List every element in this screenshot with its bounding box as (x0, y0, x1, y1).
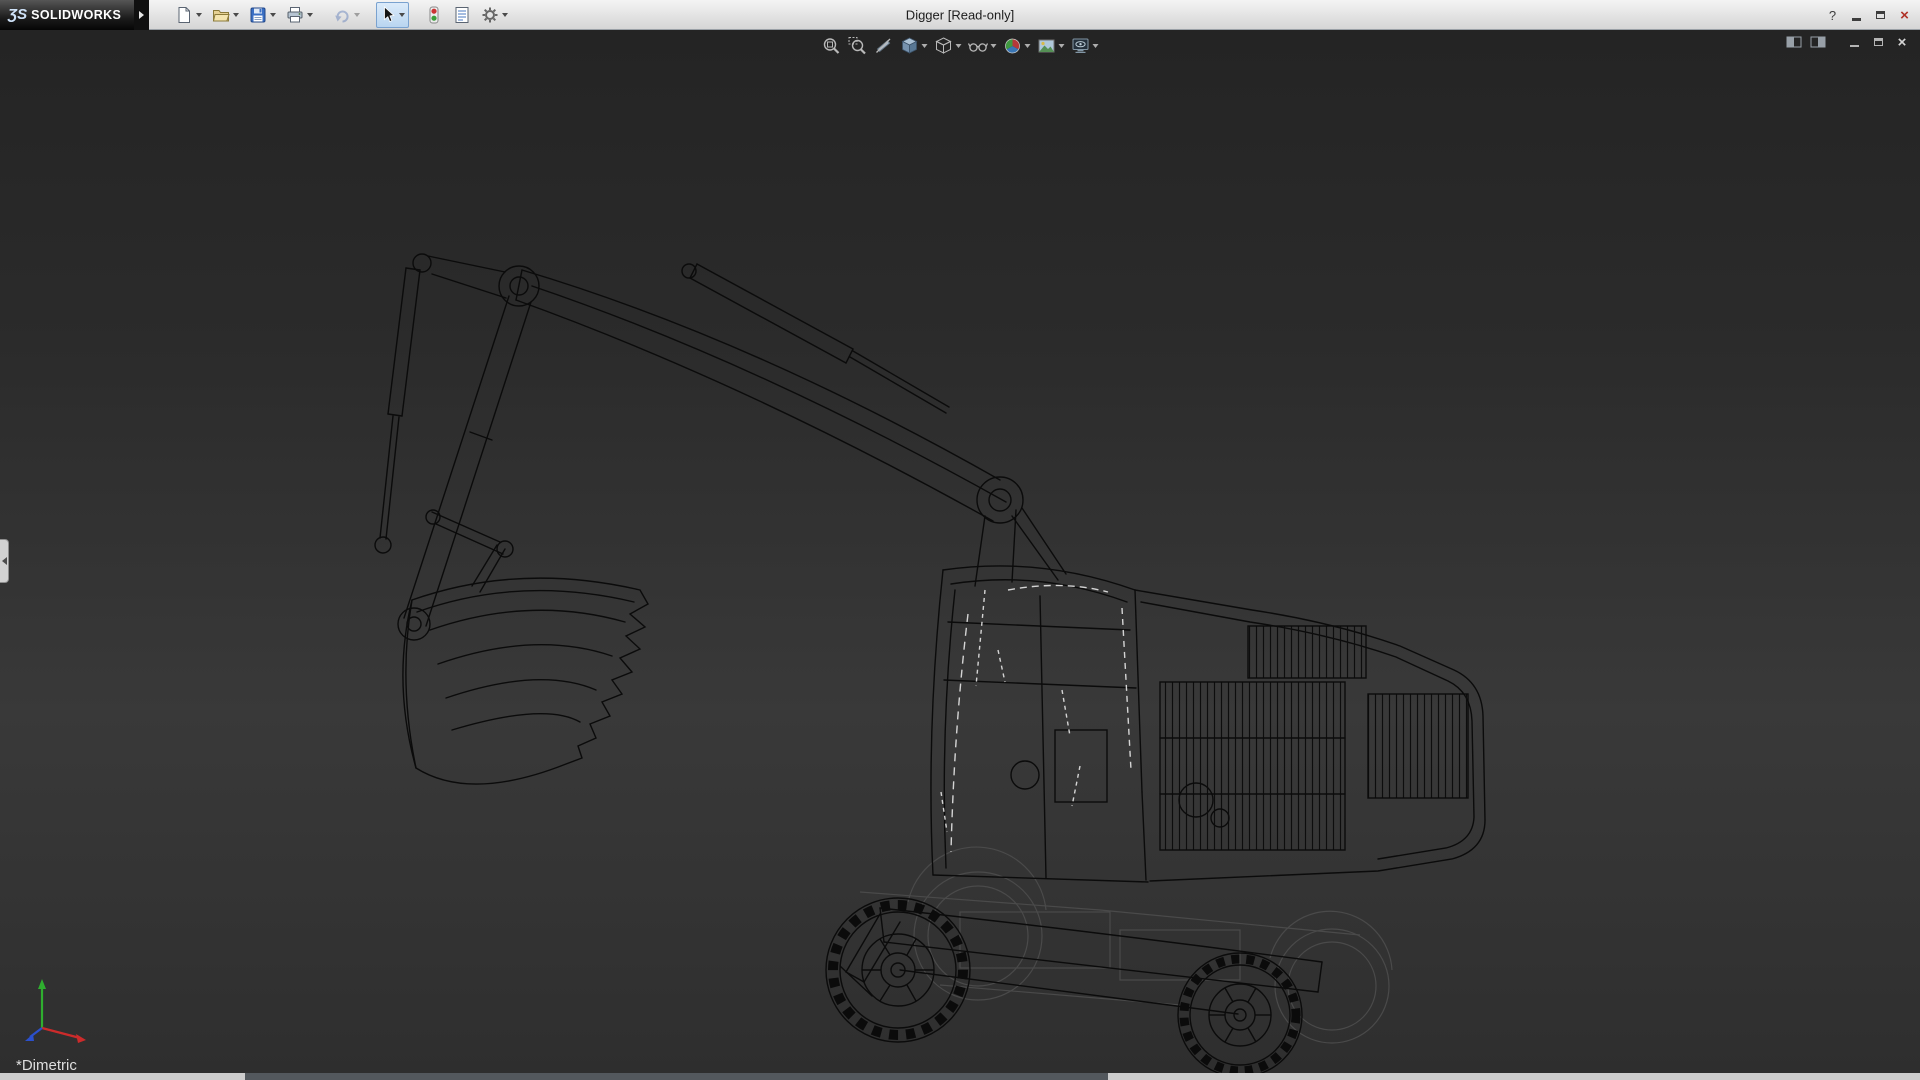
dropdown-caret (1093, 44, 1099, 48)
printer-icon (286, 6, 304, 24)
close-icon: × (1898, 34, 1907, 51)
display-style-wireframe-icon (934, 36, 954, 56)
help-icon: ? (1829, 8, 1836, 23)
pane-left-toggle-button[interactable] (1784, 33, 1804, 51)
title-bar: ƷS SOLIDWORKS (0, 0, 1920, 30)
horizontal-scrollbar-thumb[interactable] (245, 1073, 1108, 1080)
undo-button[interactable] (329, 2, 364, 28)
open-button[interactable] (208, 2, 243, 28)
view-orientation-label: *Dimetric (16, 1057, 77, 1074)
brand-name: SOLIDWORKS (31, 8, 121, 22)
print-button[interactable] (282, 2, 317, 28)
minimize-icon (1852, 18, 1861, 21)
save-floppy-icon (249, 6, 267, 24)
dropdown-caret (307, 13, 313, 17)
digger-cab (931, 566, 1148, 882)
dropdown-caret (922, 44, 928, 48)
dropdown-caret (354, 13, 360, 17)
undo-arrow-icon (333, 6, 351, 24)
view-settings-icon (1071, 36, 1091, 56)
file-properties-icon (453, 6, 471, 24)
dropdown-caret (270, 13, 276, 17)
section-view-icon (874, 36, 894, 56)
save-button[interactable] (245, 2, 280, 28)
minimize-button[interactable] (1846, 6, 1867, 25)
open-folder-icon (212, 6, 230, 24)
dassault-3ds-logo-icon: ƷS (8, 6, 27, 23)
restore-button[interactable] (1870, 6, 1891, 25)
left-arrow-icon (2, 557, 7, 565)
zoom-to-fit-icon (822, 36, 842, 56)
new-document-button[interactable] (171, 2, 206, 28)
appearance-sphere-icon (1003, 36, 1023, 56)
help-button[interactable]: ? (1822, 6, 1843, 25)
pane-left-icon (1785, 34, 1803, 50)
digger-body (1135, 590, 1485, 881)
digger-wireframe-model[interactable] (0, 30, 1920, 1080)
options-button[interactable] (477, 2, 512, 28)
apply-scene-button[interactable] (1035, 33, 1067, 59)
triad-x-axis (76, 1034, 86, 1043)
solidworks-menu-brand[interactable]: ƷS SOLIDWORKS (0, 0, 134, 30)
close-button[interactable]: × (1894, 6, 1915, 25)
right-arrow-icon (139, 11, 144, 19)
zoom-to-area-icon (848, 36, 868, 56)
eyeglasses-icon (968, 36, 989, 56)
menu-expand-button[interactable] (134, 0, 149, 30)
file-properties-button[interactable] (449, 2, 475, 28)
featuremanager-collapsed-tab[interactable] (0, 539, 9, 583)
window-title: Digger [Read-only] (906, 7, 1014, 22)
select-button[interactable] (376, 2, 409, 28)
dropdown-caret (399, 13, 405, 17)
pane-right-icon (1809, 34, 1827, 50)
dropdown-caret (233, 13, 239, 17)
dropdown-caret (196, 13, 202, 17)
headsup-view-toolbar (820, 33, 1101, 59)
digger-bucket (403, 578, 648, 784)
select-cursor-icon (380, 6, 396, 24)
document-window-controls: × (1784, 33, 1912, 51)
dropdown-caret (502, 13, 508, 17)
document-restore-button[interactable] (1868, 33, 1888, 51)
dropdown-caret (1025, 44, 1031, 48)
document-close-button[interactable]: × (1892, 33, 1912, 51)
close-icon: × (1900, 7, 1909, 24)
view-settings-button[interactable] (1069, 33, 1101, 59)
restore-icon (1876, 11, 1885, 19)
standard-toolbar (171, 2, 512, 28)
app-window-controls: ? × (1822, 0, 1915, 30)
options-gear-icon (481, 6, 499, 24)
minimize-icon (1850, 45, 1859, 48)
orientation-triad[interactable] (22, 974, 106, 1052)
restore-icon (1874, 38, 1883, 46)
dropdown-caret (1059, 44, 1065, 48)
new-document-icon (175, 6, 193, 24)
dropdown-caret (956, 44, 962, 48)
rebuild-button[interactable] (421, 2, 447, 28)
zoom-to-area-button[interactable] (846, 33, 870, 59)
scene-landscape-icon (1037, 36, 1057, 56)
view-orientation-cube-icon (900, 36, 920, 56)
section-view-button[interactable] (872, 33, 896, 59)
digger-wheels (826, 898, 1302, 1077)
hide-show-items-button[interactable] (966, 33, 999, 59)
solidworks-window: ƷS SOLIDWORKS (0, 0, 1920, 1080)
triad-z-axis (25, 1034, 34, 1041)
horizontal-scrollbar[interactable] (0, 1073, 1920, 1080)
display-style-button[interactable] (932, 33, 964, 59)
pane-right-toggle-button[interactable] (1808, 33, 1828, 51)
edit-appearance-button[interactable] (1001, 33, 1033, 59)
triad-y-axis (38, 979, 46, 989)
graphics-viewport[interactable]: × *Dimetric (0, 30, 1920, 1080)
document-minimize-button[interactable] (1844, 33, 1864, 51)
dropdown-caret (991, 44, 997, 48)
rebuild-trafficlight-icon (425, 6, 443, 24)
view-orientation-button[interactable] (898, 33, 930, 59)
zoom-to-fit-button[interactable] (820, 33, 844, 59)
